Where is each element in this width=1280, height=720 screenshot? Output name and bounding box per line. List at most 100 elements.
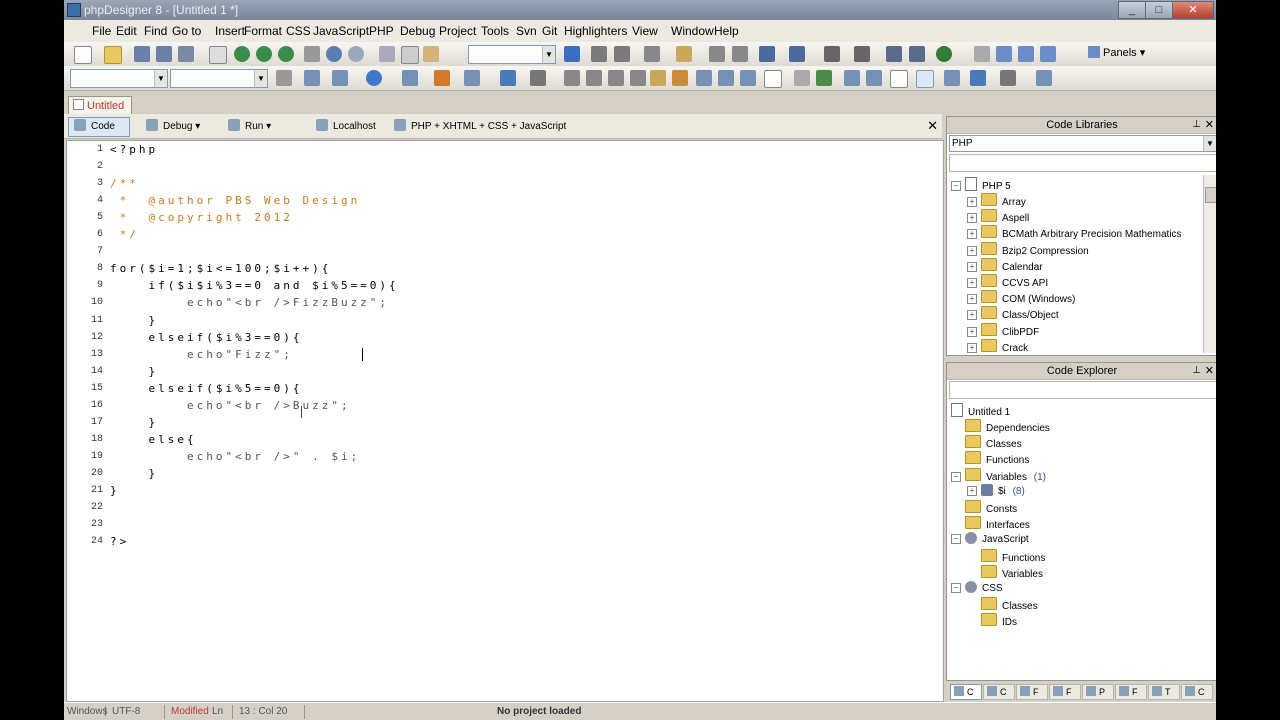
pin-icon[interactable]: ⊥ xyxy=(1192,117,1201,133)
bottom-tab[interactable]: F xyxy=(1115,684,1147,700)
explorer-search-input[interactable] xyxy=(949,381,1216,399)
indent-icon[interactable] xyxy=(591,46,607,62)
explorer-item[interactable]: Variables xyxy=(967,564,1043,582)
wrench-icon[interactable] xyxy=(909,46,925,62)
expand-icon[interactable]: + xyxy=(967,278,977,288)
library-item[interactable]: + Class/Object xyxy=(967,306,1059,323)
text-align-right-icon[interactable] xyxy=(608,70,624,86)
minimize-button[interactable]: _ xyxy=(1118,1,1146,19)
expand-icon[interactable]: + xyxy=(967,485,977,496)
bottom-tab[interactable]: F xyxy=(1049,684,1081,700)
save-all-icon[interactable] xyxy=(178,46,194,62)
grid-icon[interactable] xyxy=(718,70,734,86)
expand-icon[interactable]: + xyxy=(967,261,977,272)
copy-doc-icon[interactable] xyxy=(209,46,227,64)
image-icon[interactable] xyxy=(816,70,832,86)
toolbar-combo[interactable]: ▼ xyxy=(468,45,556,64)
tools-icon[interactable] xyxy=(886,46,902,62)
menu-file[interactable]: File xyxy=(92,24,111,38)
menu-insert[interactable]: Insert xyxy=(215,24,245,38)
list-icon[interactable] xyxy=(402,70,418,86)
media-icon[interactable] xyxy=(740,70,756,86)
close-document-icon[interactable]: ✕ xyxy=(927,118,938,134)
menu-view[interactable]: View xyxy=(632,24,658,38)
expand-icon[interactable]: + xyxy=(967,197,977,207)
menu-find[interactable]: Find xyxy=(144,24,167,38)
paste-icon[interactable] xyxy=(423,46,439,62)
back-icon[interactable] xyxy=(759,46,775,62)
menu-php[interactable]: PHP xyxy=(369,24,394,38)
open-folder-icon[interactable] xyxy=(104,46,122,64)
editor-tb-debug[interactable]: Debug ▾ xyxy=(140,117,212,137)
code-format-icon[interactable] xyxy=(530,70,546,86)
menu-highlighters[interactable]: Highlighters xyxy=(564,24,627,38)
window-icon[interactable] xyxy=(696,70,712,86)
bookmark-icon[interactable] xyxy=(676,46,692,62)
frame-icon[interactable] xyxy=(866,70,882,86)
chain-icon[interactable] xyxy=(794,70,810,86)
menu-css[interactable]: CSS xyxy=(286,24,311,38)
explorer-item[interactable]: − Variables (1) xyxy=(951,467,1046,485)
insert-icon[interactable] xyxy=(464,70,480,86)
editor-tb-run[interactable]: Run ▾ xyxy=(222,117,292,137)
menu-window[interactable]: Window xyxy=(671,24,714,38)
menu-project[interactable]: Project xyxy=(439,24,476,38)
validate-icon[interactable] xyxy=(500,70,516,86)
layout-2-icon[interactable] xyxy=(996,46,1012,62)
close-button[interactable]: ✕ xyxy=(1172,1,1214,19)
library-item[interactable]: + Calendar xyxy=(967,257,1043,275)
comment-icon[interactable] xyxy=(644,46,660,62)
blank-page-icon[interactable] xyxy=(890,70,908,88)
explorer-item[interactable]: Classes xyxy=(967,597,1038,614)
filter-icon[interactable] xyxy=(709,46,725,62)
library-root[interactable]: − PHP 5 xyxy=(951,177,1011,194)
explorer-item[interactable]: Functions xyxy=(951,451,1029,468)
bottom-tab[interactable]: P xyxy=(1082,684,1114,700)
explorer-item[interactable]: Consts xyxy=(951,500,1017,517)
expand-icon[interactable]: + xyxy=(967,229,977,240)
explorer-item[interactable]: − JavaScript xyxy=(951,532,1029,547)
editor-tb-php-xhtml-css-javascript[interactable]: PHP + XHTML + CSS + JavaScript ▾ xyxy=(388,117,568,150)
menu-help[interactable]: Help xyxy=(714,24,739,38)
explorer-item[interactable]: Dependencies xyxy=(951,419,1050,436)
save-as-icon[interactable] xyxy=(156,46,172,62)
layout-4-icon[interactable] xyxy=(1040,46,1056,62)
collapse-icon[interactable]: − xyxy=(951,583,961,593)
explorer-item[interactable]: Classes xyxy=(951,435,1022,452)
scroll-thumb[interactable] xyxy=(1205,187,1216,203)
collapse-icon[interactable]: − xyxy=(951,534,961,545)
globe-icon[interactable] xyxy=(234,46,250,62)
browser-preview-icon[interactable] xyxy=(256,46,272,62)
menu-tools[interactable]: Tools xyxy=(481,24,509,38)
save-icon[interactable] xyxy=(134,46,150,62)
collapse-icon[interactable]: − xyxy=(951,471,961,482)
arrow-right-icon[interactable] xyxy=(564,46,580,62)
menu-go-to[interactable]: Go to xyxy=(172,24,201,38)
library-item[interactable]: + BCMath Arbitrary Precision Mathematics xyxy=(967,225,1182,242)
checkbox-icon[interactable] xyxy=(764,70,782,88)
menu-format[interactable]: Format xyxy=(244,24,282,38)
debug-step-icon[interactable] xyxy=(824,46,840,62)
layout-1-icon[interactable] xyxy=(974,46,990,62)
panels-button[interactable]: Panels ▾ xyxy=(1088,45,1145,62)
menu-edit[interactable]: Edit xyxy=(116,24,137,38)
explorer-item[interactable]: Interfaces xyxy=(951,516,1030,533)
library-search-input[interactable] xyxy=(949,154,1216,172)
library-scrollbar[interactable] xyxy=(1203,175,1216,353)
close-panel-icon[interactable]: ✕ xyxy=(1205,363,1214,379)
print-icon[interactable] xyxy=(304,46,320,62)
library-item[interactable]: + CCVS API xyxy=(967,274,1048,291)
library-select[interactable]: PHP ▼ xyxy=(949,135,1216,152)
maximize-button[interactable]: □ xyxy=(1145,1,1173,19)
bottom-tab[interactable]: C xyxy=(950,684,982,700)
layout-3-icon[interactable] xyxy=(1018,46,1034,62)
forward-icon[interactable] xyxy=(789,46,805,62)
expand-icon[interactable]: + xyxy=(967,213,977,224)
text-align-left-icon[interactable] xyxy=(564,70,580,86)
undo-icon[interactable] xyxy=(326,46,342,62)
checklist-icon[interactable] xyxy=(1036,70,1052,86)
menu-javascript[interactable]: JavaScript xyxy=(313,24,369,38)
expand-icon[interactable]: + xyxy=(967,326,977,337)
library-item[interactable]: + Bzip2 Compression xyxy=(967,241,1089,259)
library-item[interactable]: + COM (Windows) xyxy=(967,290,1075,307)
